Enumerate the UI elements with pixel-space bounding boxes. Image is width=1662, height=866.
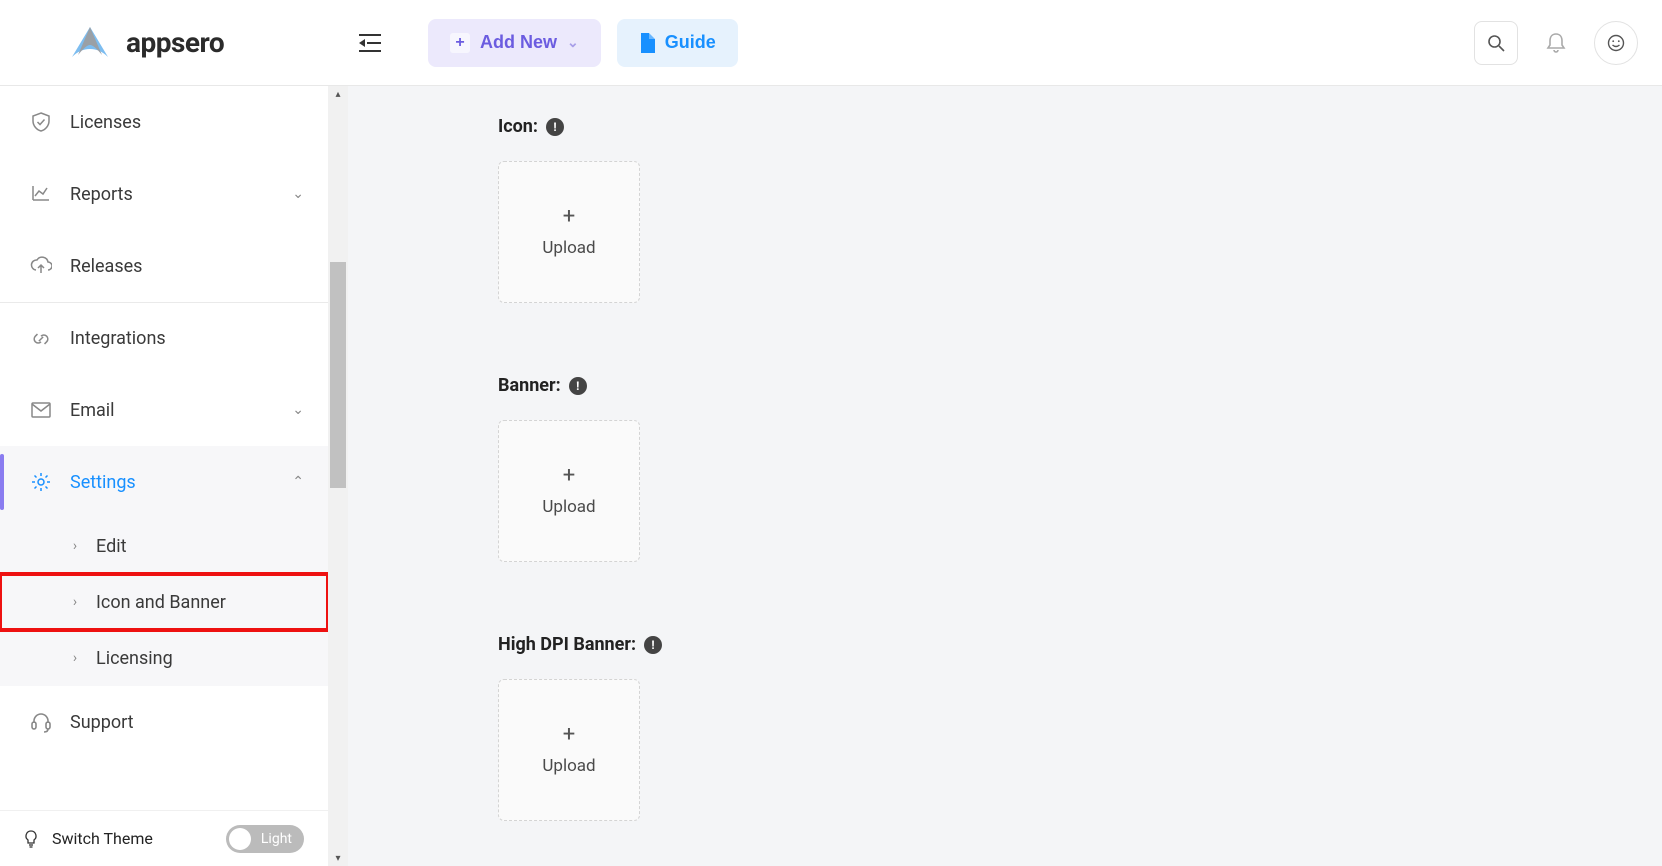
plus-icon: + [563,724,575,746]
scrollbar-thumb[interactable] [330,262,346,488]
high-dpi-upload-box[interactable]: + Upload [498,679,640,821]
chevron-down-icon: ⌄ [292,186,304,202]
chart-line-icon [30,183,52,205]
icon-upload-box[interactable]: + Upload [498,161,640,303]
headset-icon [30,711,52,733]
document-icon [639,33,655,53]
sidebar-subitem-label: Licensing [96,648,173,669]
chevron-down-icon: ⌄ [292,402,304,418]
sidebar-item-label: Releases [70,256,142,277]
guide-label: Guide [665,32,716,53]
upload-label: Upload [542,497,595,517]
sidebar-item-support[interactable]: Support [0,686,328,758]
sidebar-item-label: Integrations [70,328,166,349]
sidebar-footer: Switch Theme Light [0,810,328,866]
add-new-button[interactable]: + Add New ⌄ [428,19,601,67]
gear-icon [30,471,52,493]
info-icon[interactable]: ! [546,118,564,136]
switch-theme-label: Switch Theme [52,829,153,848]
sidebar-subitem-licensing[interactable]: › Licensing [0,630,328,686]
toggle-knob-icon [229,828,251,850]
banner-upload-box[interactable]: + Upload [498,420,640,562]
plus-icon: + [563,465,575,487]
shield-icon [30,111,52,133]
sidebar-item-releases[interactable]: Releases [0,230,328,302]
app-header: appsero + Add New ⌄ Guide [0,0,1662,86]
link-icon [30,328,52,350]
smile-icon [1607,34,1625,52]
logo-area: appsero [0,0,328,85]
header-actions: + Add New ⌄ Guide [328,19,1662,67]
mail-icon [30,399,52,421]
upload-label: Upload [542,756,595,776]
brand-logo[interactable]: appsero [66,25,224,61]
icon-field: Icon: ! + Upload [498,116,1662,303]
search-icon [1487,34,1505,52]
scroll-up-icon[interactable]: ▴ [328,86,348,102]
add-new-label: Add New [480,32,557,53]
sidebar-item-integrations[interactable]: Integrations [0,302,328,374]
sidebar-item-reports[interactable]: Reports ⌄ [0,158,328,230]
sidebar-item-email[interactable]: Email ⌄ [0,374,328,446]
chevron-right-icon: › [68,650,82,666]
sidebar-subitem-edit[interactable]: › Edit [0,518,328,574]
theme-mode-label: Light [261,831,292,847]
banner-field: Banner: ! + Upload [498,375,1662,562]
chevron-right-icon: › [68,538,82,554]
chevron-right-icon: › [68,594,82,610]
high-dpi-field-label: High DPI Banner: [498,634,636,655]
theme-toggle[interactable]: Light [226,825,304,853]
nav-list: Licenses Reports ⌄ Releases [0,86,328,810]
lightbulb-icon [22,830,40,848]
sidebar-section-settings: Settings ⌃ › Edit › Icon and Banner › Li… [0,446,328,686]
search-button[interactable] [1474,21,1518,65]
plus-icon: + [563,206,575,228]
guide-button[interactable]: Guide [617,19,738,67]
plus-icon: + [450,33,470,53]
bell-icon [1546,32,1566,54]
upload-label: Upload [542,238,595,258]
sidebar-subitem-label: Edit [96,536,126,557]
info-icon[interactable]: ! [644,636,662,654]
scroll-down-icon[interactable]: ▾ [328,850,348,866]
chevron-up-icon: ⌃ [292,474,304,490]
sidebar-item-label: Settings [70,472,136,493]
main-content: Icon: ! + Upload Banner: ! + Upload [348,86,1662,866]
menu-fold-icon [359,33,381,53]
sidebar: Licenses Reports ⌄ Releases [0,86,348,866]
brand-name: appsero [126,26,224,59]
sidebar-item-label: Support [70,712,134,733]
chevron-down-icon: ⌄ [567,34,579,51]
feedback-button[interactable] [1594,21,1638,65]
icon-field-label: Icon: [498,116,538,137]
logo-mark-icon [66,25,114,61]
cloud-upload-icon [30,255,52,277]
sidebar-item-label: Licenses [70,112,141,133]
sidebar-item-label: Email [70,400,115,421]
sidebar-collapse-button[interactable] [352,25,388,61]
high-dpi-banner-field: High DPI Banner: ! + Upload [498,634,1662,821]
sidebar-subitem-icon-and-banner[interactable]: › Icon and Banner [0,574,328,630]
sidebar-item-label: Reports [70,184,133,205]
notifications-button[interactable] [1534,21,1578,65]
info-icon[interactable]: ! [569,377,587,395]
sidebar-scrollbar[interactable]: ▴ ▾ [328,86,348,866]
sidebar-item-settings[interactable]: Settings ⌃ [0,446,328,518]
sidebar-subitem-label: Icon and Banner [96,592,226,613]
banner-field-label: Banner: [498,375,561,396]
sidebar-item-licenses[interactable]: Licenses [0,86,328,158]
